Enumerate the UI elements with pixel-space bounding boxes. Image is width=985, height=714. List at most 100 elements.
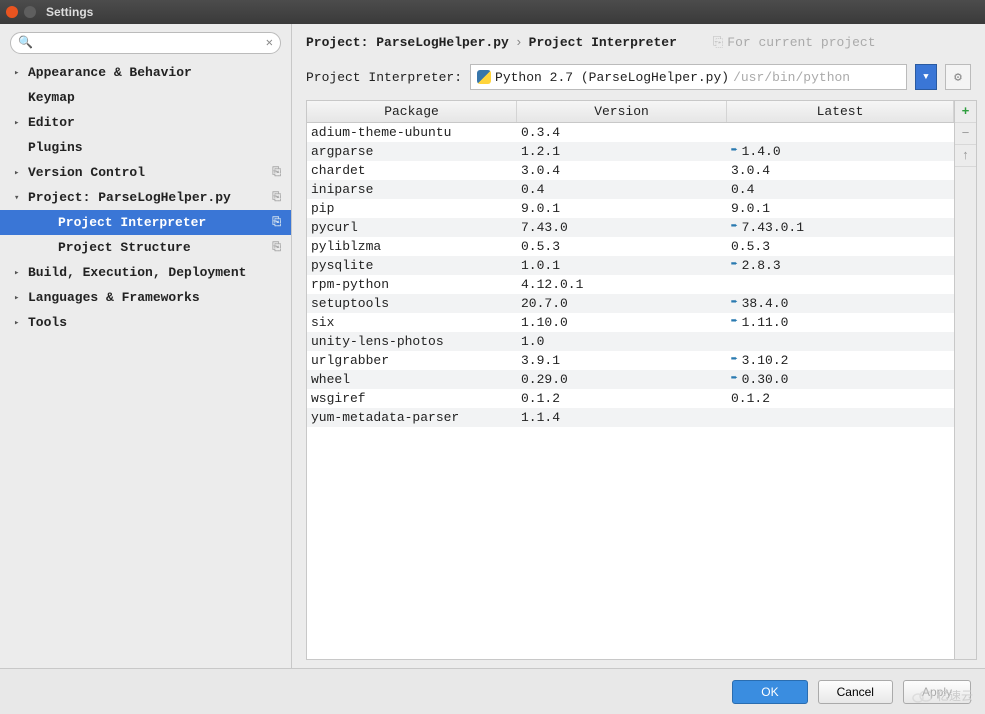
sidebar-item-editor[interactable]: ▸Editor	[0, 110, 291, 135]
main: Project: ParseLogHelper.py › Project Int…	[292, 24, 985, 668]
cell-latest	[727, 332, 954, 351]
col-latest[interactable]: Latest	[727, 101, 954, 122]
cell-latest	[727, 275, 954, 294]
sidebar-item-build-execution-deployment[interactable]: ▸Build, Execution, Deployment	[0, 260, 291, 285]
sidebar-item-tools[interactable]: ▸Tools	[0, 310, 291, 335]
cell-latest	[727, 408, 954, 427]
gear-icon[interactable]: ⚙	[945, 64, 971, 90]
window-title: Settings	[46, 5, 93, 19]
cell-latest: ➨3.10.2	[727, 351, 954, 370]
table-row[interactable]: adium-theme-ubuntu0.3.4	[307, 123, 954, 142]
cell-latest: ➨1.11.0	[727, 313, 954, 332]
remove-package-button[interactable]: −	[955, 123, 976, 145]
cell-package: urlgrabber	[307, 351, 517, 370]
sidebar-item-label: Plugins	[28, 140, 83, 155]
crumb-sep: ›	[515, 35, 523, 50]
packages-table-wrap: Package Version Latest adium-theme-ubunt…	[306, 100, 977, 660]
table-header: Package Version Latest	[307, 101, 954, 123]
cell-latest: 0.1.2	[727, 389, 954, 408]
sidebar-item-keymap[interactable]: Keymap	[0, 85, 291, 110]
update-available-icon: ➨	[731, 218, 738, 237]
table-row[interactable]: wheel0.29.0➨0.30.0	[307, 370, 954, 389]
settings-tree: ▸Appearance & BehaviorKeymap▸EditorPlugi…	[0, 60, 291, 668]
table-row[interactable]: six1.10.0➨1.11.0	[307, 313, 954, 332]
sidebar-item-label: Editor	[28, 115, 75, 130]
sidebar-item-version-control[interactable]: ▸Version Control⎘	[0, 160, 291, 185]
sidebar-item-project-parseloghelper-py[interactable]: ▾Project: ParseLogHelper.py⎘	[0, 185, 291, 210]
col-version[interactable]: Version	[517, 101, 727, 122]
update-available-icon: ➨	[731, 142, 738, 161]
python-icon	[477, 70, 491, 84]
cell-latest: 3.0.4	[727, 161, 954, 180]
table-row[interactable]: pip9.0.19.0.1	[307, 199, 954, 218]
cell-latest: 0.5.3	[727, 237, 954, 256]
ok-button[interactable]: OK	[732, 680, 807, 704]
cell-package: chardet	[307, 161, 517, 180]
table-row[interactable]: pysqlite1.0.1➨2.8.3	[307, 256, 954, 275]
sidebar-item-languages-frameworks[interactable]: ▸Languages & Frameworks	[0, 285, 291, 310]
cell-latest: ➨1.4.0	[727, 142, 954, 161]
update-available-icon: ➨	[731, 351, 738, 370]
sidebar-item-project-interpreter[interactable]: Project Interpreter ⎘	[0, 210, 291, 235]
table-row[interactable]: argparse1.2.1➨1.4.0	[307, 142, 954, 161]
cell-package: wsgiref	[307, 389, 517, 408]
cell-version: 0.5.3	[517, 237, 727, 256]
sidebar-item-plugins[interactable]: Plugins	[0, 135, 291, 160]
search-wrap: 🔍 ✕	[0, 32, 291, 60]
sidebar-item-appearance-behavior[interactable]: ▸Appearance & Behavior	[0, 60, 291, 85]
project-badge-icon: ⎘	[272, 167, 281, 179]
table-row[interactable]: urlgrabber3.9.1➨3.10.2	[307, 351, 954, 370]
minimize-icon[interactable]	[24, 6, 36, 18]
combo-dropdown-button[interactable]: ▼	[915, 64, 937, 90]
clear-icon[interactable]: ✕	[266, 35, 273, 50]
sidebar-item-label: Project Interpreter	[58, 215, 206, 230]
interpreter-row: Project Interpreter: Python 2.7 (ParseLo…	[292, 60, 985, 100]
update-available-icon: ➨	[731, 370, 738, 389]
sidebar-item-label: Keymap	[28, 90, 75, 105]
cell-package: iniparse	[307, 180, 517, 199]
cell-package: yum-metadata-parser	[307, 408, 517, 427]
body: 🔍 ✕ ▸Appearance & BehaviorKeymap▸EditorP…	[0, 24, 985, 668]
crumb-root[interactable]: Project: ParseLogHelper.py	[306, 35, 509, 50]
table-row[interactable]: wsgiref0.1.20.1.2	[307, 389, 954, 408]
cell-version: 1.10.0	[517, 313, 727, 332]
table-row[interactable]: iniparse0.40.4	[307, 180, 954, 199]
expand-icon: ▸	[14, 293, 26, 303]
upgrade-package-button[interactable]: ↑	[955, 145, 976, 167]
project-badge-icon: ⎘	[272, 242, 281, 254]
cell-latest: ➨7.43.0.1	[727, 218, 954, 237]
close-icon[interactable]	[6, 6, 18, 18]
table-row[interactable]: rpm-python4.12.0.1	[307, 275, 954, 294]
interpreter-label: Project Interpreter:	[306, 70, 462, 85]
crumb-leaf: Project Interpreter	[529, 35, 677, 50]
cancel-button[interactable]: Cancel	[818, 680, 893, 704]
add-package-button[interactable]: +	[955, 101, 976, 123]
project-badge-icon: ⎘	[272, 217, 281, 229]
table-row[interactable]: pycurl7.43.0➨7.43.0.1	[307, 218, 954, 237]
search-input[interactable]	[10, 32, 281, 54]
packages-table: Package Version Latest adium-theme-ubunt…	[306, 100, 955, 660]
sidebar-item-label: Project Structure	[58, 240, 191, 255]
cell-package: six	[307, 313, 517, 332]
cell-package: pip	[307, 199, 517, 218]
breadcrumb: Project: ParseLogHelper.py › Project Int…	[292, 24, 985, 60]
sidebar-item-project-structure[interactable]: Project Structure ⎘	[0, 235, 291, 260]
cell-version: 0.29.0	[517, 370, 727, 389]
table-row[interactable]: unity-lens-photos1.0	[307, 332, 954, 351]
cell-latest	[727, 123, 954, 142]
expand-icon: ▸	[14, 118, 26, 128]
table-row[interactable]: pyliblzma0.5.30.5.3	[307, 237, 954, 256]
table-row[interactable]: yum-metadata-parser1.1.4	[307, 408, 954, 427]
table-row[interactable]: chardet3.0.43.0.4	[307, 161, 954, 180]
apply-button: Apply	[903, 680, 971, 704]
col-package[interactable]: Package	[307, 101, 517, 122]
cell-version: 3.9.1	[517, 351, 727, 370]
footer: OK Cancel Apply	[0, 668, 985, 714]
settings-window: Settings 🔍 ✕ ▸Appearance & Behavior Keyma…	[0, 0, 985, 714]
expand-icon: ▸	[14, 318, 26, 328]
interpreter-combo[interactable]: Python 2.7 (ParseLogHelper.py) /usr/bin/…	[470, 64, 907, 90]
cell-version: 1.0	[517, 332, 727, 351]
cell-version: 3.0.4	[517, 161, 727, 180]
cell-package: wheel	[307, 370, 517, 389]
table-row[interactable]: setuptools20.7.0➨38.4.0	[307, 294, 954, 313]
